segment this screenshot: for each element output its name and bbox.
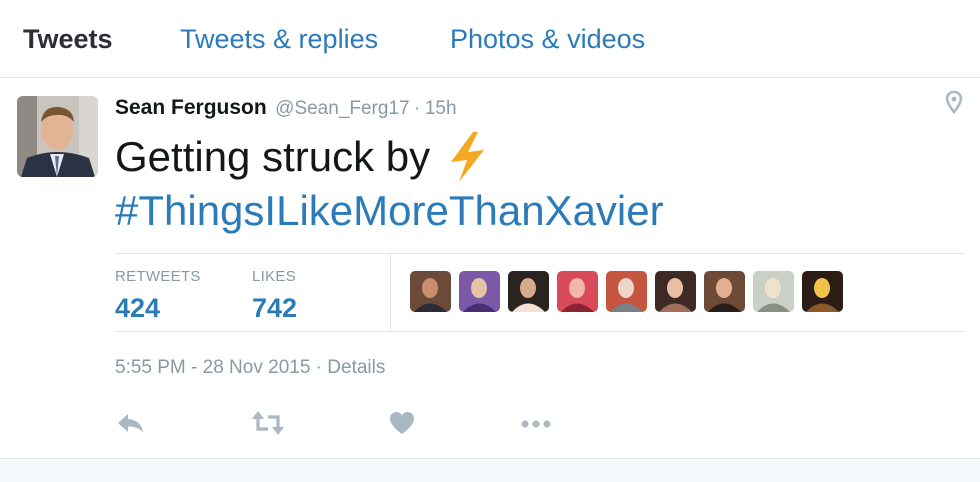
more-icon[interactable]: [518, 408, 554, 438]
tweet-datetime: 5:55 PM - 28 Nov 2015 · Details: [115, 357, 386, 378]
tweet-time[interactable]: 15h: [425, 98, 457, 119]
stats-divider: [390, 254, 391, 333]
retweets-count: 424: [115, 293, 161, 323]
tab-photos-and-videos[interactable]: Photos & videos: [450, 24, 645, 55]
lightning-bolt-icon: [440, 131, 494, 183]
details-link[interactable]: Details: [327, 357, 385, 378]
geo-pin-icon[interactable]: [944, 90, 964, 116]
liker-avatar[interactable]: [606, 271, 647, 312]
tweet-body: Getting struck by: [115, 133, 431, 180]
liker-avatar[interactable]: [508, 271, 549, 312]
liker-avatar[interactable]: [802, 271, 843, 312]
tab-tweets-and-replies[interactable]: Tweets & replies: [180, 24, 378, 55]
reply-icon[interactable]: [115, 408, 151, 438]
liker-avatar[interactable]: [459, 271, 500, 312]
liker-avatar[interactable]: [704, 271, 745, 312]
retweets-stat[interactable]: RETWEETS 424: [115, 268, 201, 324]
heart-icon[interactable]: [387, 408, 423, 438]
likes-stat[interactable]: LIKES 742: [252, 268, 297, 324]
timestamp: 5:55 PM - 28 Nov 2015: [115, 357, 311, 378]
author-fullname[interactable]: Sean Ferguson: [115, 96, 267, 119]
liker-avatar[interactable]: [655, 271, 696, 312]
tweet-stats: RETWEETS 424 LIKES 742: [115, 253, 965, 333]
tab-tweets[interactable]: Tweets: [23, 24, 113, 55]
hashtag-link[interactable]: #ThingsILikeMoreThanXavier: [115, 187, 664, 234]
tweet-header: Sean Ferguson @Sean_Ferg17 · 15h: [115, 96, 457, 120]
timeline-footer: [0, 458, 980, 482]
avatar-photo: [17, 96, 98, 177]
tweet-text: Getting struck by #ThingsILikeMoreThanXa…: [115, 130, 664, 238]
liker-avatar[interactable]: [557, 271, 598, 312]
liker-avatar[interactable]: [753, 271, 794, 312]
author-handle[interactable]: @Sean_Ferg17: [275, 98, 409, 119]
likes-label: LIKES: [252, 268, 297, 285]
profile-tabs: Tweets Tweets & replies Photos & videos: [0, 0, 980, 78]
retweets-label: RETWEETS: [115, 268, 201, 285]
header-separator: ·: [414, 98, 421, 119]
tweet-card[interactable]: Sean Ferguson @Sean_Ferg17 · 15h Getting…: [0, 78, 980, 458]
retweet-icon[interactable]: [250, 408, 286, 438]
liker-avatar[interactable]: [410, 271, 451, 312]
avatar[interactable]: [17, 96, 98, 177]
likes-count: 742: [252, 293, 298, 323]
